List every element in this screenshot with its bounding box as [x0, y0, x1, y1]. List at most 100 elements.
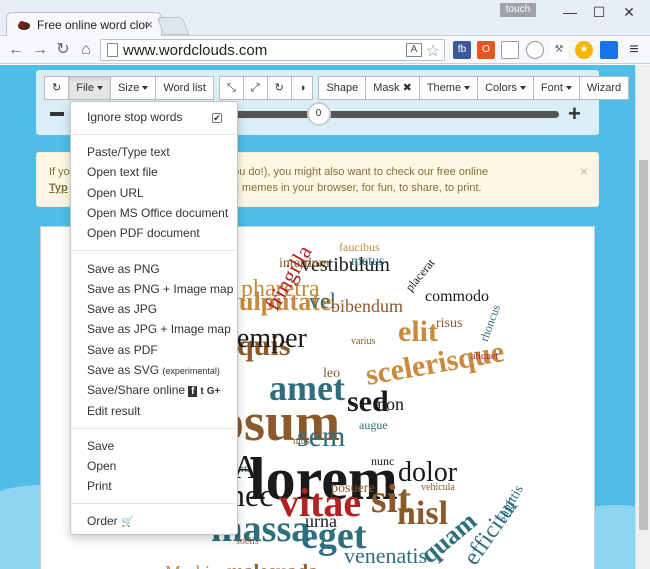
- alert-text: If yo: [49, 166, 70, 178]
- mask-remove-icon[interactable]: ✖: [403, 82, 412, 94]
- caret-icon: [519, 86, 526, 91]
- rotate-button[interactable]: ↻: [266, 76, 292, 100]
- menu-save-jpg-map[interactable]: Save as JPG + Image map: [87, 322, 231, 336]
- file-label: File: [76, 82, 94, 94]
- chrome-menu-icon[interactable]: ≡: [625, 41, 643, 59]
- tab-close-icon[interactable]: ×: [145, 17, 153, 32]
- facebook-icon[interactable]: f: [188, 386, 198, 397]
- cloud-word[interactable]: varius: [351, 337, 375, 347]
- menu-open-text-file[interactable]: Open text file: [87, 165, 158, 179]
- home-button[interactable]: ⌂: [76, 40, 96, 60]
- theme-menu-button[interactable]: Theme: [418, 76, 479, 100]
- menu-save-share-online[interactable]: Save/Share online f t G+: [87, 383, 220, 397]
- mask-button[interactable]: Mask ✖: [365, 76, 420, 100]
- cloud-word[interactable]: vehicula: [421, 483, 455, 493]
- cloud-word[interactable]: leo: [323, 367, 340, 381]
- cloud-word[interactable]: malesuada: [227, 562, 318, 569]
- menu-save-jpg[interactable]: Save as JPG: [87, 302, 157, 316]
- expand-arrows-icon: ⤢: [250, 82, 260, 94]
- cloud-word[interactable]: commodo: [425, 289, 489, 305]
- font-menu-button[interactable]: Font: [532, 76, 580, 100]
- menu-save[interactable]: Save: [87, 439, 114, 453]
- menu-divider: [72, 503, 236, 504]
- forward-button[interactable]: →: [30, 40, 50, 60]
- menu-open[interactable]: Open: [87, 459, 116, 473]
- size-menu-button[interactable]: Size: [109, 76, 157, 100]
- slider-knob[interactable]: 0: [306, 102, 331, 126]
- cloud-favicon-icon: [18, 20, 30, 30]
- cloud-word[interactable]: interdum: [279, 257, 330, 271]
- cloud-word[interactable]: mus: [293, 437, 310, 447]
- cloud-word[interactable]: metus: [351, 255, 384, 269]
- file-menu-button[interactable]: File: [68, 76, 111, 100]
- office-extension-icon[interactable]: O: [477, 41, 495, 59]
- order-label: Order: [87, 514, 118, 528]
- mask-label: Mask: [373, 82, 400, 94]
- menu-save-pdf[interactable]: Save as PDF: [87, 343, 158, 357]
- menu-save-png[interactable]: Save as PNG: [87, 262, 160, 276]
- slider-plus-icon[interactable]: +: [568, 103, 581, 125]
- menu-order[interactable]: Order 🛒: [87, 514, 133, 528]
- menu-print[interactable]: Print: [87, 479, 112, 493]
- cloud-word[interactable]: aliquet: [471, 352, 498, 362]
- slider-minus-icon[interactable]: [50, 112, 64, 116]
- contrast-icon: ◑: [298, 82, 306, 94]
- menu-save-png-map[interactable]: Save as PNG + Image map: [87, 282, 233, 296]
- checkbox-icon[interactable]: ✔: [212, 113, 222, 123]
- menu-paste-text[interactable]: Paste/Type text: [87, 145, 170, 159]
- cloud-word[interactable]: elit: [398, 317, 438, 347]
- cloud-word[interactable]: sociis: [236, 537, 259, 547]
- cloud-word[interactable]: faucibus: [339, 241, 380, 253]
- word-list-button[interactable]: Word list: [155, 76, 214, 100]
- scrollbar-thumb[interactable]: [639, 160, 648, 530]
- new-tab-button[interactable]: [156, 17, 190, 35]
- menu-open-office-doc[interactable]: Open MS Office document: [87, 206, 228, 220]
- cloud-word[interactable]: urna: [305, 512, 337, 530]
- tools-extension-icon[interactable]: ⚒: [550, 41, 568, 59]
- cloud-word[interactable]: non: [377, 395, 404, 413]
- alert-text: d memes in your browser, for fun, to sha…: [232, 182, 482, 194]
- wizard-button[interactable]: Wizard: [578, 76, 630, 100]
- colors-menu-button[interactable]: Colors: [477, 76, 534, 100]
- cloud-word[interactable]: Morbi: [165, 563, 210, 569]
- facebook-extension-icon[interactable]: fb: [453, 41, 471, 59]
- google-plus-icon[interactable]: G+: [207, 386, 221, 397]
- alert-link[interactable]: Typ: [49, 182, 68, 194]
- menu-edit-result[interactable]: Edit result: [87, 404, 140, 418]
- reload-button[interactable]: ↻: [53, 40, 73, 60]
- menu-open-pdf[interactable]: Open PDF document: [87, 226, 200, 240]
- maximize-button[interactable]: ☐: [584, 2, 614, 22]
- bookmark-star-icon[interactable]: ☆: [426, 41, 440, 61]
- translate-icon[interactable]: A: [406, 43, 422, 57]
- cloud-word[interactable]: nunc: [371, 455, 394, 467]
- minimize-button[interactable]: —: [555, 2, 585, 22]
- star-extension-icon[interactable]: ★: [575, 41, 593, 59]
- cloud-word[interactable]: augue: [359, 419, 388, 431]
- cloud-word[interactable]: venenatis: [344, 545, 427, 567]
- cloud-word[interactable]: posuere: [331, 482, 375, 496]
- cloud-word[interactable]: risus: [436, 317, 462, 331]
- back-button[interactable]: ←: [6, 40, 26, 60]
- twitter-icon[interactable]: t: [200, 386, 203, 397]
- shrink-button[interactable]: ⤡: [218, 76, 244, 100]
- menu-save-svg[interactable]: Save as SVG (experimental): [87, 363, 220, 377]
- close-window-button[interactable]: ✕: [614, 2, 644, 22]
- page-scrollbar[interactable]: [635, 65, 650, 569]
- refresh-button[interactable]: ↻: [44, 76, 70, 100]
- shape-button[interactable]: Shape: [318, 76, 367, 100]
- contrast-button[interactable]: ◑: [290, 76, 314, 100]
- cloud-word[interactable]: semper: [226, 325, 307, 353]
- menu-open-url[interactable]: Open URL: [87, 186, 144, 200]
- alert-close-icon[interactable]: ×: [580, 163, 588, 179]
- browser-tab[interactable]: Free online word cloud g ×: [6, 12, 162, 36]
- experimental-note: (experimental): [162, 366, 220, 376]
- cloud-word[interactable]: bibendum: [331, 297, 403, 315]
- compass-extension-icon[interactable]: [526, 41, 544, 59]
- address-bar[interactable]: www.wordclouds.com A ☆: [100, 39, 445, 61]
- share-extension-icon[interactable]: [501, 41, 519, 59]
- menu-ignore-stop-words[interactable]: Ignore stop words: [87, 110, 182, 124]
- browser-toolbar: ← → ↻ ⌂ www.wordclouds.com A ☆ fb O ⚒ ★ …: [0, 36, 650, 64]
- tab-title: Free online word cloud g: [37, 17, 147, 32]
- expand-button[interactable]: ⤢: [242, 76, 268, 100]
- blue-extension-icon[interactable]: [600, 41, 618, 59]
